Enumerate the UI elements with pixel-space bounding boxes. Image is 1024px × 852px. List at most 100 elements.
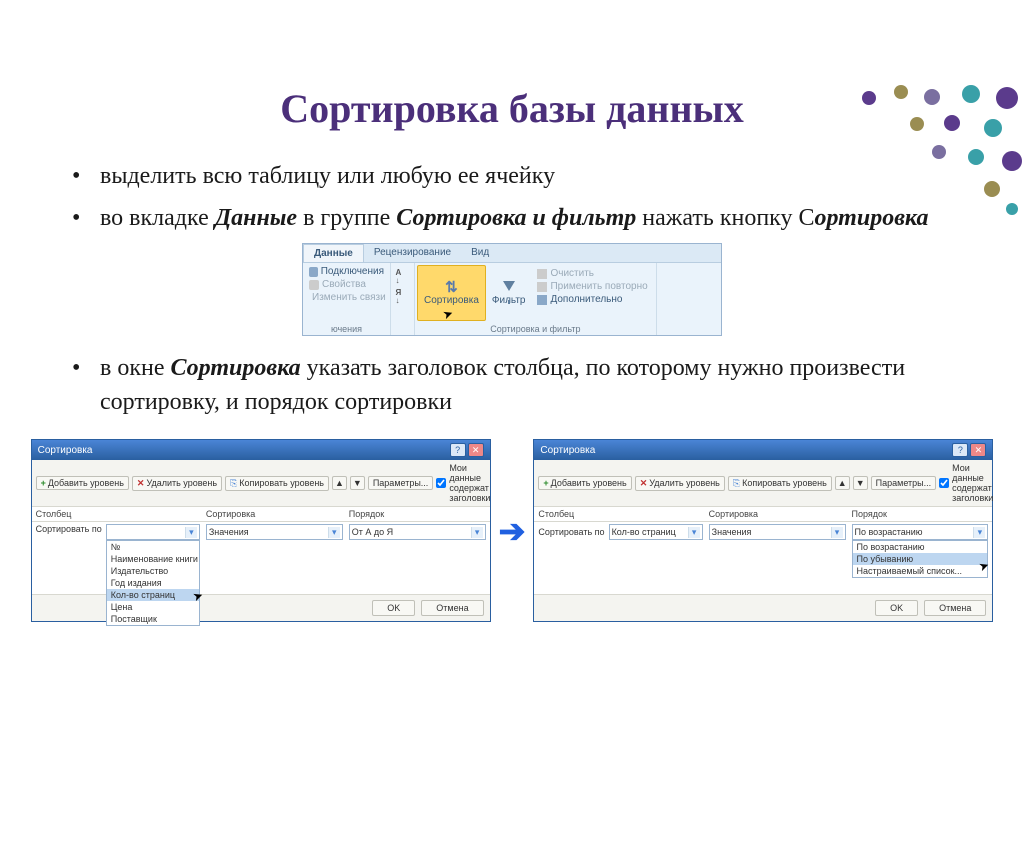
advanced-icon bbox=[537, 295, 547, 305]
plus-icon: + bbox=[543, 478, 548, 488]
dd-item[interactable]: № bbox=[107, 541, 199, 553]
ribbon-advanced[interactable]: Дополнительно bbox=[535, 293, 649, 306]
chevron-down-icon: ▾ bbox=[973, 527, 985, 538]
headers-checkbox[interactable]: Мои данные содержат заголовки bbox=[939, 463, 993, 503]
chevron-down-icon: ▾ bbox=[688, 527, 700, 538]
chevron-down-icon: ▾ bbox=[185, 527, 197, 538]
dd-item[interactable]: По возрастанию bbox=[853, 541, 988, 553]
sort-asc-icon[interactable]: А↓ bbox=[396, 269, 410, 285]
col-header: Порядок bbox=[349, 509, 486, 519]
params-button[interactable]: Параметры... bbox=[871, 476, 936, 490]
reapply-icon bbox=[537, 282, 547, 292]
ribbon-tab-review[interactable]: Рецензирование bbox=[364, 244, 461, 262]
cursor-icon: ➤ bbox=[441, 306, 455, 323]
copy-level-button[interactable]: ⎘Копировать уровень bbox=[728, 476, 832, 491]
chevron-down-icon: ▾ bbox=[328, 527, 340, 538]
col-header: Столбец bbox=[538, 509, 702, 519]
decorative-dots bbox=[854, 85, 1024, 215]
ok-button[interactable]: OK bbox=[875, 600, 918, 616]
chevron-down-icon: ▾ bbox=[471, 527, 483, 538]
help-button[interactable]: ? bbox=[952, 443, 968, 457]
col-header: Сортировка bbox=[206, 509, 343, 519]
dialog-titlebar: Сортировка ? ✕ bbox=[32, 440, 490, 460]
col-header: Столбец bbox=[36, 509, 200, 519]
order-dropdown[interactable]: По возрастанию По убыванию Настраиваемый… bbox=[852, 540, 989, 578]
dialog-footer: OK Отмена bbox=[32, 594, 490, 621]
close-button[interactable]: ✕ bbox=[468, 443, 484, 457]
dialog-column-headers: Столбец Сортировка Порядок bbox=[32, 507, 490, 522]
ribbon-group-label-sort: Сортировка и фильтр bbox=[490, 324, 580, 334]
dialog-footer: OK Отмена bbox=[534, 594, 992, 621]
dialog-column-headers: Столбец Сортировка Порядок bbox=[534, 507, 992, 522]
ok-button[interactable]: OK bbox=[372, 600, 415, 616]
ribbon-conn-props: Свойства bbox=[307, 278, 386, 291]
ribbon-clear: Очистить bbox=[535, 267, 649, 280]
dialog-title: Сортировка bbox=[540, 445, 595, 456]
sortby-label: Сортировать по bbox=[538, 527, 604, 537]
ribbon-conn-connections[interactable]: Подключения bbox=[307, 265, 386, 278]
sort-dialog-left: Сортировка ? ✕ +Добавить уровень ✕Удалит… bbox=[31, 439, 491, 622]
ribbon-group-label: ючения bbox=[331, 324, 362, 334]
move-up-button[interactable]: ▲ bbox=[835, 476, 850, 490]
dd-item[interactable]: Цена bbox=[107, 601, 199, 613]
x-icon: ✕ bbox=[137, 478, 145, 489]
bullet-item: во вкладке Данные в группе Сортировка и … bbox=[72, 202, 974, 236]
dd-item[interactable]: Год издания bbox=[107, 577, 199, 589]
bullet-item: выделить всю таблицу или любую ее ячейку bbox=[72, 160, 974, 194]
sort-on-combo[interactable]: Значения▾ bbox=[709, 524, 846, 540]
chevron-down-icon: ▾ bbox=[831, 527, 843, 538]
add-level-button[interactable]: +Добавить уровень bbox=[36, 476, 129, 490]
plus-icon: + bbox=[41, 478, 46, 488]
cancel-button[interactable]: Отмена bbox=[924, 600, 986, 616]
params-button[interactable]: Параметры... bbox=[368, 476, 433, 490]
copy-level-button[interactable]: ⎘Копировать уровень bbox=[225, 476, 329, 491]
dialog-title: Сортировка bbox=[38, 445, 93, 456]
dd-item[interactable]: Настраиваемый список... bbox=[853, 565, 988, 577]
ribbon-illustration: Данные Рецензирование Вид Подключения Св… bbox=[302, 243, 722, 336]
column-dropdown[interactable]: № Наименование книги Издательство Год из… bbox=[106, 540, 200, 626]
sort-big-button[interactable]: ⇅ Сортировка ➤ bbox=[417, 265, 486, 321]
close-button[interactable]: ✕ bbox=[970, 443, 986, 457]
move-down-button[interactable]: ▼ bbox=[853, 476, 868, 490]
clear-icon bbox=[537, 269, 547, 279]
copy-icon: ⎘ bbox=[230, 478, 237, 489]
move-down-button[interactable]: ▼ bbox=[350, 476, 365, 490]
add-level-button[interactable]: +Добавить уровень bbox=[538, 476, 631, 490]
bullet-list-2: в окне Сортировка указать заголовок стол… bbox=[0, 352, 1024, 419]
dialog-toolbar: +Добавить уровень ✕Удалить уровень ⎘Копи… bbox=[534, 460, 992, 507]
sort-desc-icon[interactable]: Я↓ bbox=[396, 289, 410, 305]
dialog-titlebar: Сортировка ? ✕ bbox=[534, 440, 992, 460]
help-button[interactable]: ? bbox=[450, 443, 466, 457]
dd-item[interactable]: Издательство bbox=[107, 565, 199, 577]
headers-checkbox-input[interactable] bbox=[436, 478, 446, 488]
dd-item[interactable]: По убыванию bbox=[853, 553, 988, 565]
headers-checkbox-input[interactable] bbox=[939, 478, 949, 488]
cancel-button[interactable]: Отмена bbox=[421, 600, 483, 616]
arrow-right-icon: ➔ bbox=[499, 512, 526, 550]
order-combo[interactable]: По возрастанию▾ По возрастанию По убыван… bbox=[852, 524, 989, 540]
ribbon-conn-editlinks: Изменить связи bbox=[307, 291, 386, 304]
filter-big-button[interactable]: Фильтр bbox=[486, 265, 532, 321]
column-combo[interactable]: Кол-во страниц▾ bbox=[609, 524, 703, 540]
move-up-button[interactable]: ▲ bbox=[332, 476, 347, 490]
delete-level-button[interactable]: ✕Удалить уровень bbox=[132, 476, 222, 491]
sort-on-combo[interactable]: Значения▾ bbox=[206, 524, 343, 540]
sortby-label: Сортировать по bbox=[36, 524, 102, 534]
order-combo[interactable]: От А до Я▾ bbox=[349, 524, 486, 540]
dd-item[interactable]: Поставщик bbox=[107, 613, 199, 625]
ribbon-tab-data[interactable]: Данные bbox=[303, 244, 364, 262]
ribbon-tab-view[interactable]: Вид bbox=[461, 244, 499, 262]
sort-dialog-right: Сортировка ? ✕ +Добавить уровень ✕Удалит… bbox=[533, 439, 993, 622]
copy-icon: ⎘ bbox=[733, 478, 740, 489]
props-icon bbox=[309, 280, 319, 290]
delete-level-button[interactable]: ✕Удалить уровень bbox=[635, 476, 725, 491]
column-combo[interactable]: ▾ № Наименование книги Издательство Год … bbox=[106, 524, 200, 540]
link-icon bbox=[309, 267, 318, 277]
dd-item[interactable]: Кол-во страниц bbox=[107, 589, 199, 601]
col-header: Сортировка bbox=[709, 509, 846, 519]
x-icon: ✕ bbox=[640, 478, 648, 489]
dd-item[interactable]: Наименование книги bbox=[107, 553, 199, 565]
bullet-item: в окне Сортировка указать заголовок стол… bbox=[72, 352, 974, 419]
col-header: Порядок bbox=[852, 509, 989, 519]
headers-checkbox[interactable]: Мои данные содержат заголовки bbox=[436, 463, 490, 503]
